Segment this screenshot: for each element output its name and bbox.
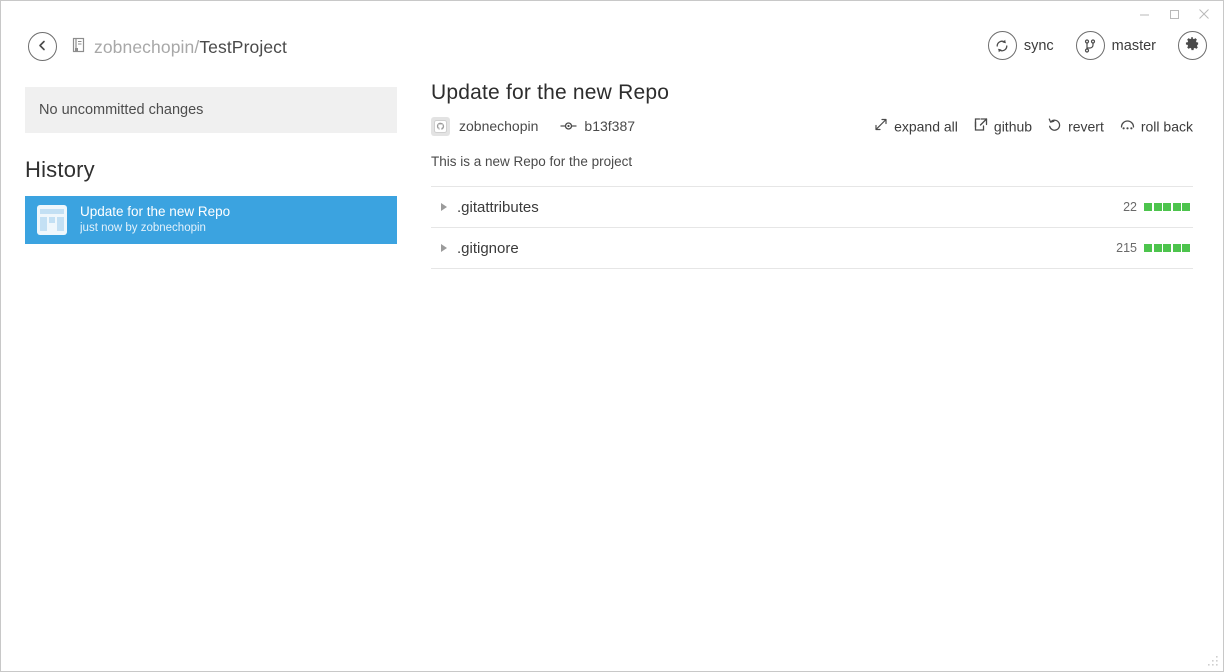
- list-item[interactable]: Update for the new Repo just now by zobn…: [25, 196, 397, 244]
- uncommitted-changes-label: No uncommitted changes: [39, 102, 204, 118]
- revert-icon: [1048, 118, 1062, 135]
- maximize-icon[interactable]: [1159, 2, 1189, 26]
- commit-detail-panel: Update for the new Repo zobnechopin b13f…: [431, 81, 1193, 269]
- sync-icon: [987, 31, 1017, 60]
- commit-summary: Update for the new Repo: [80, 204, 231, 220]
- file-name: .gitignore: [457, 239, 519, 257]
- commit-sha: b13f387: [584, 118, 636, 134]
- roll-back-icon: [1120, 118, 1135, 135]
- branch-icon: [1075, 31, 1105, 60]
- github-button[interactable]: github: [974, 118, 1032, 135]
- table-row[interactable]: .gitignore 215: [431, 228, 1193, 269]
- revert-button[interactable]: revert: [1048, 118, 1104, 135]
- commit-subtitle: just now by zobnechopin: [80, 222, 206, 235]
- chevron-left-icon: [37, 38, 48, 56]
- chevron-right-icon[interactable]: [436, 243, 452, 253]
- table-row[interactable]: .gitattributes 22: [431, 187, 1193, 228]
- branch-button[interactable]: master: [1075, 31, 1156, 60]
- repo-owner: zobnechopin/: [94, 36, 200, 57]
- gear-icon: [1185, 36, 1200, 56]
- chevron-right-icon[interactable]: [436, 202, 452, 212]
- author-avatar: [431, 116, 450, 136]
- branch-label: master: [1111, 37, 1156, 54]
- page-title: Update for the new Repo: [431, 81, 670, 104]
- breadcrumb[interactable]: zobnechopin/TestProject: [71, 31, 287, 63]
- github-label: github: [993, 118, 1033, 134]
- commit-hash-icon: [560, 121, 577, 131]
- expand-all-label: expand all: [894, 118, 958, 134]
- file-name: .gitattributes: [457, 198, 539, 216]
- roll-back-label: roll back: [1140, 118, 1193, 134]
- commit-toolbar: expand all github revert roll back: [874, 118, 1193, 135]
- header-actions: sync master: [987, 31, 1207, 60]
- app-header: zobnechopin/TestProject sync master: [1, 27, 1223, 75]
- repo-path: zobnechopin/TestProject: [94, 37, 287, 58]
- sidebar: No uncommitted changes History Update fo…: [25, 87, 397, 244]
- diff-blocks: [1144, 244, 1190, 252]
- external-link-icon: [974, 118, 988, 135]
- close-icon[interactable]: [1189, 2, 1219, 26]
- back-button[interactable]: [28, 32, 57, 61]
- resize-grip[interactable]: [1206, 654, 1220, 668]
- changed-files-list: .gitattributes 22 .gitignore 215: [431, 186, 1193, 269]
- commit-byline: zobnechopin b13f387 expand all github re…: [431, 114, 1193, 138]
- expand-all-button[interactable]: expand all: [874, 118, 958, 135]
- settings-button[interactable]: [1178, 31, 1207, 60]
- history-heading: History: [25, 157, 95, 182]
- diff-stat: 22: [1123, 200, 1190, 214]
- expand-icon: [874, 118, 888, 135]
- repo-project: TestProject: [199, 36, 287, 57]
- avatar: [37, 205, 67, 235]
- commit-description: This is a new Repo for the project: [431, 154, 633, 169]
- commit-author: zobnechopin: [459, 118, 539, 134]
- diff-blocks: [1144, 203, 1190, 211]
- sync-label: sync: [1023, 37, 1054, 54]
- history-list: Update for the new Repo just now by zobn…: [25, 196, 397, 244]
- list-item-text: Update for the new Repo just now by zobn…: [80, 204, 230, 235]
- diff-count: 22: [1123, 200, 1137, 214]
- app-window: zobnechopin/TestProject sync master No u…: [0, 0, 1224, 672]
- diff-count: 215: [1116, 241, 1137, 255]
- diff-stat: 215: [1116, 241, 1190, 255]
- minimize-icon[interactable]: [1129, 2, 1159, 26]
- revert-label: revert: [1068, 118, 1104, 134]
- roll-back-button[interactable]: roll back: [1120, 118, 1193, 135]
- repository-icon: [71, 37, 86, 58]
- uncommitted-changes-panel[interactable]: No uncommitted changes: [25, 87, 397, 133]
- title-bar: [1, 1, 1223, 27]
- window-controls: [1129, 1, 1219, 27]
- sync-button[interactable]: sync: [987, 31, 1054, 60]
